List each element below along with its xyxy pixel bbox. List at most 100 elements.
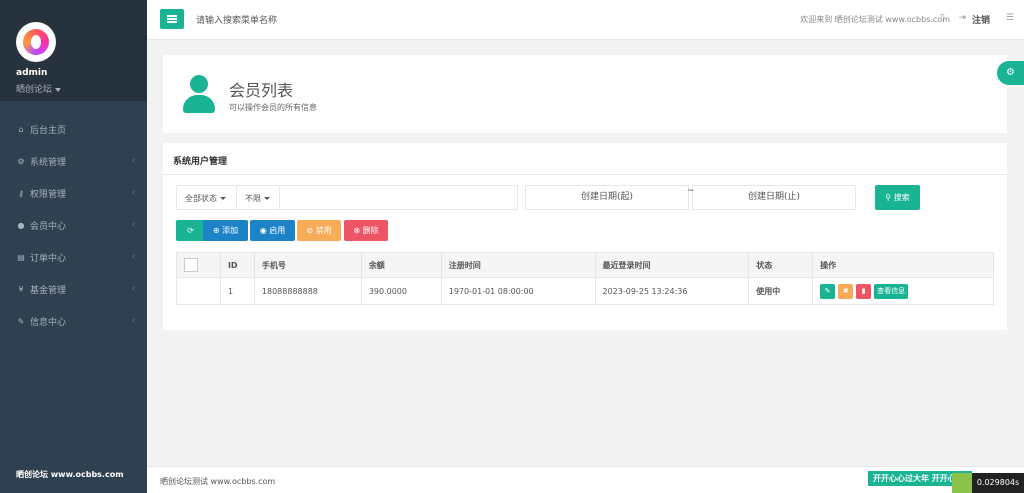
table-header-row: ID 手机号 余额 注册时间 最近登录时间 状态 操作	[176, 252, 994, 278]
limit-select[interactable]: 不限	[245, 193, 270, 204]
cell-ops: ✎ ✖ ▮ 查看信息	[812, 277, 994, 305]
sidebar: admin 晒创论坛 ⌂ 后台主页 ⚙ 系统管理 ‹ ⚷ 权限管理 ‹ ● 会员中心 ‹ ▤ 订单中心 ‹…	[0, 0, 147, 493]
sidebar-item-label: 基金管理	[30, 285, 67, 296]
action-label: 启用	[269, 226, 286, 235]
chevron-left-icon: ‹	[131, 284, 135, 294]
chevron-left-icon: ‹	[131, 156, 135, 166]
user-icon	[183, 75, 215, 113]
check-button[interactable]: ◉ 启用	[250, 220, 295, 241]
sidebar-item-5[interactable]: ¥ 基金管理 ‹	[0, 273, 147, 305]
logout-link[interactable]: 注销	[972, 13, 990, 26]
row-select-cell[interactable]	[176, 277, 221, 305]
caret-down-icon	[264, 197, 270, 200]
sidebar-item-3[interactable]: ● 会员中心 ‹	[0, 209, 147, 241]
sidebar-item-label: 后台主页	[30, 125, 67, 136]
column-header: 手机号	[253, 252, 362, 278]
key-icon: ⚷	[18, 188, 24, 198]
table-body: 1 18088888888 390.0000 1970-01-01 08:00:00 2…	[176, 277, 994, 305]
panel-title: 系统用户管理	[173, 157, 228, 167]
page-title: 会员列表	[229, 81, 294, 100]
chevron-left-icon: ‹	[131, 188, 135, 198]
sidebar-nav: ⌂ 后台主页 ⚙ 系统管理 ‹ ⚷ 权限管理 ‹ ● 会员中心 ‹ ▤ 订单中心 ‹ ¥ 基金管理 ‹ ✎ 信息中心…	[0, 113, 147, 337]
remove-button[interactable]: ⊗ 删除	[344, 220, 388, 241]
sidebar-item-label: 会员中心	[30, 221, 67, 232]
list-icon: ▤	[17, 252, 25, 262]
page-header: 会员列表 可以操作会员的所有信息	[163, 55, 1007, 133]
wrench-icon: ✎	[17, 316, 25, 326]
ban-button[interactable]: ⊘ 禁用	[297, 220, 341, 241]
sidebar-item-label: 权限管理	[30, 189, 67, 200]
chevron-left-icon: ‹	[131, 252, 135, 262]
cell-balance: 390.0000	[360, 277, 442, 305]
cell-phone: 18088888888	[253, 277, 362, 305]
sidebar-item-label: 信息中心	[30, 317, 67, 328]
chevron-left-icon: ‹	[131, 220, 135, 230]
sidebar-item-6[interactable]: ✎ 信息中心 ‹	[0, 305, 147, 337]
status-filter-group: 全部状态 不限	[176, 185, 518, 210]
cell-id: 1	[219, 277, 255, 305]
plus-icon: ⊕	[212, 226, 220, 235]
search-button[interactable]: ⚲ 搜索	[875, 185, 920, 210]
refresh-button[interactable]: ⟳	[176, 220, 205, 241]
user-icon: ●	[17, 220, 25, 230]
sidebar-item-4[interactable]: ▤ 订单中心 ‹	[0, 241, 147, 273]
sidebar-item-1[interactable]: ⚙ 系统管理 ‹	[0, 145, 147, 177]
search-label: 搜索	[893, 193, 910, 202]
remove-icon: ⊗	[353, 226, 361, 235]
cell-registered: 1970-01-01 08:00:00	[440, 277, 596, 305]
select-all-header[interactable]	[176, 252, 221, 278]
check-icon: ◉	[259, 226, 267, 235]
sidebar-item-2[interactable]: ⚷ 权限管理 ‹	[0, 177, 147, 209]
caret-down-icon	[220, 197, 226, 200]
column-header: 余额	[360, 252, 442, 278]
welcome-text: 欢迎来到 晒创论坛测试 www.ocbbs.com	[800, 15, 950, 24]
status-select[interactable]: 全部状态	[185, 193, 226, 204]
menu-toggle-button[interactable]	[160, 9, 184, 29]
sidebar-item-0[interactable]: ⌂ 后台主页	[0, 113, 147, 145]
page-subtitle: 可以操作会员的所有信息	[229, 103, 317, 112]
avatar[interactable]	[16, 22, 56, 62]
date-separator: ~	[687, 186, 695, 196]
disable-button[interactable]: ✖	[838, 283, 854, 299]
date-end-input[interactable]: 创建日期(止)	[692, 185, 856, 210]
ban-icon: ⊘	[306, 226, 314, 235]
signout-icon[interactable]: ⇥	[958, 13, 966, 23]
column-header: 状态	[748, 252, 814, 278]
role-dropdown[interactable]: 晒创论坛	[16, 82, 147, 95]
column-header: ID	[219, 252, 255, 278]
close-icon: ✖	[842, 286, 849, 295]
promo-icon[interactable]	[952, 473, 972, 493]
trash-icon[interactable]: ▯	[940, 13, 945, 23]
render-timer: 0.029804s	[972, 473, 1024, 493]
delete-button[interactable]: ▮	[856, 283, 872, 299]
pencil-icon: ✎	[824, 286, 831, 295]
user-table: ID 手机号 余额 注册时间 最近登录时间 状态 操作 1 18088888888 390.00…	[176, 252, 994, 305]
user-management-panel: 系统用户管理 全部状态 不限 创建日期(起) 创建日期(止) ⚲ 搜索 ⟳ ⊕ 添…	[163, 143, 1007, 330]
plus-button[interactable]: ⊕ 添加	[203, 220, 248, 241]
column-header: 操作	[812, 252, 994, 278]
select-all-checkbox[interactable]	[184, 258, 198, 272]
action-label: 禁用	[315, 226, 332, 235]
action-label: 添加	[222, 226, 239, 235]
table-row[interactable]: 1 18088888888 390.0000 1970-01-01 08:00:00 2…	[176, 277, 994, 305]
caret-down-icon	[55, 87, 62, 92]
keyword-input[interactable]	[280, 186, 518, 209]
view-info-button[interactable]: 查看信息	[874, 283, 909, 299]
tabs-icon[interactable]: ☰	[1006, 13, 1014, 23]
column-header: 最近登录时间	[594, 252, 750, 278]
date-start-input[interactable]: 创建日期(起)	[525, 185, 689, 210]
cogs-icon: ⚙	[1006, 67, 1015, 78]
search-icon: ⚲	[885, 193, 892, 202]
sidebar-footer: 晒创论坛 www.ocbbs.com	[16, 470, 124, 479]
theme-settings-button[interactable]: ⚙	[997, 61, 1024, 85]
home-icon: ⌂	[18, 124, 24, 134]
sidebar-item-label: 订单中心	[30, 253, 67, 264]
edit-button[interactable]: ✎	[820, 283, 836, 299]
menu-search-input[interactable]: 请输入搜索菜单名称	[196, 13, 277, 26]
chevron-left-icon: ‹	[131, 316, 135, 326]
cell-last-login: 2023-09-25 13:24:36	[594, 277, 750, 305]
top-bar: 请输入搜索菜单名称 欢迎来到 晒创论坛测试 www.ocbbs.com 🗑 ▯ …	[147, 0, 1024, 40]
profile-panel: admin 晒创论坛	[0, 0, 147, 101]
gears-icon: ⚙	[17, 156, 25, 166]
role-label: 晒创论坛	[16, 85, 53, 95]
